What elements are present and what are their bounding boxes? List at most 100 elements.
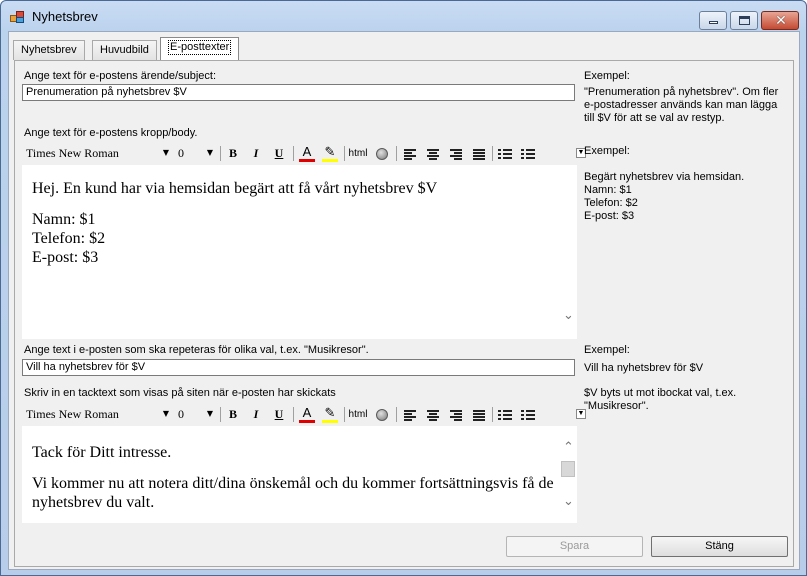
align-left-button[interactable] bbox=[400, 144, 420, 163]
numbered-list-button[interactable] bbox=[495, 405, 515, 424]
subject-input[interactable]: Prenumeration på nyhetsbrev $V bbox=[22, 84, 575, 101]
bold-button[interactable]: B bbox=[223, 144, 243, 163]
align-right-button[interactable] bbox=[446, 144, 466, 163]
save-button[interactable]: Spara bbox=[506, 536, 643, 557]
chevron-down-icon: ▼ bbox=[206, 409, 213, 418]
body-font-size-select[interactable]: 0 ▼ bbox=[174, 144, 216, 163]
thanks-font-size-value: 0 bbox=[178, 407, 184, 421]
thanks-line: nyhetsbrev du valt. bbox=[32, 494, 155, 511]
insert-link-button[interactable] bbox=[371, 405, 391, 424]
body-line: E-post: $3 bbox=[32, 249, 99, 266]
thanks-line: Vi kommer nu att notera ditt/dina önskem… bbox=[32, 475, 554, 492]
toolbar-separator bbox=[396, 407, 397, 422]
scroll-thumb[interactable] bbox=[561, 461, 575, 477]
thanks-scrollbar[interactable]: ⌃ ⌄ bbox=[560, 426, 577, 523]
italic-button[interactable]: I bbox=[246, 144, 266, 163]
toolbar-separator bbox=[396, 146, 397, 161]
align-center-button[interactable] bbox=[423, 144, 443, 163]
thanks-font-name-value: Times New Roman bbox=[26, 407, 119, 421]
toolbar-separator bbox=[293, 146, 294, 161]
body-line bbox=[32, 198, 577, 210]
toolbar-separator bbox=[293, 407, 294, 422]
bullet-list-button[interactable] bbox=[518, 405, 538, 424]
repeat-label: Ange text i e-posten som ska repeteras f… bbox=[24, 344, 369, 356]
italic-button[interactable]: I bbox=[246, 405, 266, 424]
highlight-button[interactable]: ✎ bbox=[320, 144, 340, 163]
tab-page-e-posttexter: Ange text för e-postens ärende/subject: … bbox=[14, 60, 794, 567]
align-right-button[interactable] bbox=[446, 405, 466, 424]
maximize-icon bbox=[739, 16, 750, 25]
underline-button[interactable]: U bbox=[269, 144, 289, 163]
thanks-font-name-select[interactable]: Times New Roman ▼ bbox=[22, 405, 172, 424]
html-button[interactable]: html bbox=[346, 405, 370, 424]
chevron-down-icon: ▼ bbox=[206, 148, 213, 157]
repeat-example-title: Exempel: bbox=[584, 344, 630, 356]
window-title: Nyhetsbrev bbox=[32, 9, 98, 24]
scroll-up-icon[interactable]: ⌃ bbox=[562, 440, 575, 453]
thanks-label: Skriv in en tacktext som visas på siten … bbox=[24, 387, 336, 399]
toolbar-separator bbox=[220, 407, 221, 422]
toolbar-overflow-button[interactable]: ▼ bbox=[576, 409, 586, 419]
repeat-input[interactable]: Vill ha nyhetsbrev för $V bbox=[22, 359, 575, 376]
body-font-size-value: 0 bbox=[178, 146, 184, 160]
bullet-list-button[interactable] bbox=[518, 144, 538, 163]
repeat-example-text: Vill ha nyhetsbrev för $V bbox=[584, 362, 704, 374]
underline-button[interactable]: U bbox=[269, 405, 289, 424]
close-button[interactable]: Stäng bbox=[651, 536, 788, 557]
toolbar-separator bbox=[492, 146, 493, 161]
body-scrollbar[interactable]: ⌄ bbox=[560, 165, 577, 339]
globe-icon bbox=[376, 409, 388, 421]
minimize-button[interactable] bbox=[699, 11, 727, 30]
body-line: Telefon: $2 bbox=[32, 230, 106, 247]
bold-button[interactable]: B bbox=[223, 405, 243, 424]
html-button[interactable]: html bbox=[346, 144, 370, 163]
close-window-button[interactable]: ✕ bbox=[761, 11, 799, 30]
body-document[interactable]: Hej. En kund har via hemsidan begärt att… bbox=[22, 165, 577, 339]
justify-button[interactable] bbox=[469, 144, 489, 163]
thanks-font-size-select[interactable]: 0 ▼ bbox=[174, 405, 216, 424]
body-example-line: E-post: $3 bbox=[584, 210, 635, 222]
thanks-toolbar: Times New Roman ▼ 0 ▼ B I U A ✎ html ▼ bbox=[22, 402, 586, 426]
scroll-up-icon[interactable] bbox=[562, 169, 575, 182]
body-label: Ange text för e-postens kropp/body. bbox=[24, 127, 198, 139]
globe-icon bbox=[376, 148, 388, 160]
toolbar-separator bbox=[492, 407, 493, 422]
maximize-button[interactable] bbox=[730, 11, 758, 30]
insert-link-button[interactable] bbox=[371, 144, 391, 163]
scroll-down-icon[interactable]: ⌄ bbox=[562, 308, 575, 321]
chevron-down-icon: ▼ bbox=[162, 409, 169, 418]
thanks-document[interactable]: Tack för Ditt intresse. Vi kommer nu att… bbox=[22, 426, 577, 523]
toolbar-separator bbox=[220, 146, 221, 161]
thanks-line bbox=[32, 462, 577, 474]
body-toolbar: Times New Roman ▼ 0 ▼ B I U A ✎ html ▼ bbox=[22, 141, 586, 165]
body-font-name-value: Times New Roman bbox=[26, 146, 119, 160]
numbered-list-button[interactable] bbox=[495, 144, 515, 163]
tab-huvudbild[interactable]: Huvudbild bbox=[92, 40, 157, 60]
body-font-name-select[interactable]: Times New Roman ▼ bbox=[22, 144, 172, 163]
main-window: Nyhetsbrev ✕ Nyhetsbrev Huvudbild E-post… bbox=[0, 0, 807, 576]
subject-example-title: Exempel: bbox=[584, 70, 630, 82]
body-line: Namn: $1 bbox=[32, 211, 96, 228]
close-icon: ✕ bbox=[775, 12, 787, 28]
justify-button[interactable] bbox=[469, 405, 489, 424]
tab-e-posttexter[interactable]: E-posttexter bbox=[160, 37, 240, 61]
title-bar[interactable]: Nyhetsbrev ✕ bbox=[1, 1, 806, 31]
align-center-button[interactable] bbox=[423, 405, 443, 424]
app-icon[interactable] bbox=[10, 10, 26, 24]
window-client-area: Nyhetsbrev Huvudbild E-posttexter Ange t… bbox=[8, 31, 800, 570]
subject-label: Ange text för e-postens ärende/subject: bbox=[24, 70, 217, 82]
font-color-button[interactable]: A bbox=[297, 144, 317, 163]
subject-example-text: "Prenumeration på nyhetsbrev". Om fler e… bbox=[584, 86, 779, 124]
tab-nyhetsbrev[interactable]: Nyhetsbrev bbox=[13, 40, 85, 60]
tab-e-posttexter-label: E-posttexter bbox=[168, 40, 232, 55]
scroll-down-icon[interactable]: ⌄ bbox=[562, 494, 575, 507]
chevron-down-icon: ▼ bbox=[577, 410, 585, 417]
thanks-line: Tack för Ditt intresse. bbox=[32, 444, 172, 461]
toolbar-separator bbox=[344, 146, 345, 161]
body-line: Hej. En kund har via hemsidan begärt att… bbox=[32, 180, 438, 197]
font-color-button[interactable]: A bbox=[297, 405, 317, 424]
align-left-button[interactable] bbox=[400, 405, 420, 424]
highlight-button[interactable]: ✎ bbox=[320, 405, 340, 424]
body-example-line: Telefon: $2 bbox=[584, 197, 638, 209]
body-example-line: Namn: $1 bbox=[584, 184, 632, 196]
